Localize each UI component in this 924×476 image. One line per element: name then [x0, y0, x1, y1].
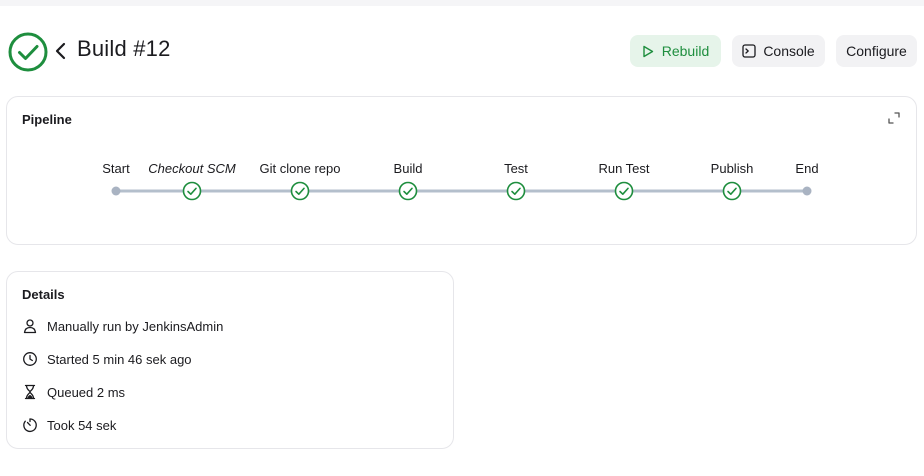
- build-header: Build #12 Rebuild Console Configure: [0, 28, 924, 76]
- end-node[interactable]: [802, 186, 812, 196]
- detail-row-run-by: Manually run by JenkinsAdmin: [22, 316, 223, 336]
- rebuild-button[interactable]: Rebuild: [630, 35, 721, 67]
- stage-success-icon[interactable]: [614, 181, 634, 201]
- console-button[interactable]: Console: [732, 35, 825, 67]
- detail-text: Took 54 sek: [47, 417, 117, 433]
- configure-button[interactable]: Configure: [836, 35, 917, 67]
- detail-text: Queued 2 ms: [47, 384, 126, 400]
- stage-success-icon[interactable]: [398, 181, 418, 201]
- chevron-left-icon[interactable]: [52, 40, 70, 62]
- start-node[interactable]: [111, 186, 121, 196]
- rebuild-label: Rebuild: [661, 43, 710, 59]
- page-title: Build #12: [77, 36, 171, 61]
- console-label: Console: [763, 43, 815, 59]
- clock-icon: [22, 351, 38, 367]
- pipeline-card: Pipeline Start Checkout SCM Git clone repo…: [6, 96, 917, 245]
- detail-row-took: Took 54 sek: [22, 415, 116, 435]
- detail-row-started: Started 5 min 46 sek ago: [22, 349, 192, 369]
- pipeline-graph: [111, 181, 812, 201]
- play-icon: [642, 45, 654, 58]
- hourglass-icon: [22, 384, 38, 400]
- stage-success-icon[interactable]: [722, 181, 742, 201]
- detail-row-queued: Queued 2 ms: [22, 382, 125, 402]
- terminal-icon: [742, 44, 756, 58]
- stage-success-icon[interactable]: [182, 181, 202, 201]
- details-card: Details Manually run by JenkinsAdmin Sta…: [6, 271, 454, 449]
- top-bar: [0, 0, 924, 6]
- stage-success-icon[interactable]: [290, 181, 310, 201]
- detail-text: Manually run by JenkinsAdmin: [47, 318, 224, 334]
- user-icon: [22, 318, 38, 334]
- detail-text: Started 5 min 46 sek ago: [47, 351, 192, 367]
- success-status-icon: [8, 32, 48, 72]
- configure-label: Configure: [846, 43, 907, 59]
- details-title: Details: [22, 287, 65, 302]
- timer-icon: [22, 417, 38, 433]
- stage-success-icon[interactable]: [506, 181, 526, 201]
